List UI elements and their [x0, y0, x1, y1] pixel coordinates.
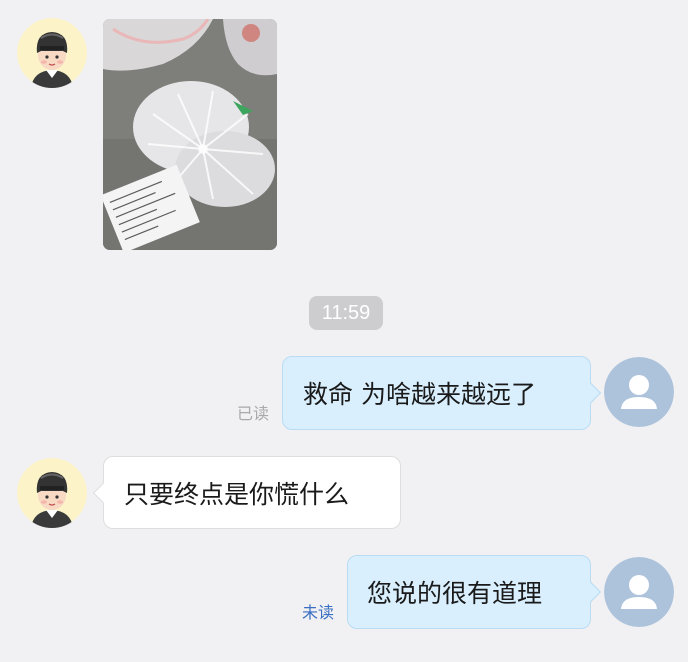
- outgoing-message-bubble[interactable]: 救命 为啥越来越远了: [282, 356, 602, 430]
- courier-avatar[interactable]: [17, 18, 87, 88]
- my-avatar[interactable]: [604, 557, 674, 627]
- courier-helmet-icon: [17, 18, 87, 88]
- outgoing-message-bubble[interactable]: 您说的很有道理: [347, 555, 602, 629]
- default-user-icon: [604, 357, 674, 427]
- courier-avatar[interactable]: [17, 458, 87, 528]
- unread-status: 未读: [302, 603, 335, 622]
- my-avatar[interactable]: [604, 357, 674, 427]
- default-user-icon: [604, 557, 674, 627]
- incoming-message-bubble[interactable]: 只要终点是你慌什么: [92, 456, 401, 529]
- bubble-tail: [92, 481, 115, 504]
- message-text: 只要终点是你慌什么: [124, 479, 350, 509]
- food-bag-photo: [103, 19, 277, 250]
- bubble-tail: [579, 581, 602, 603]
- photo-message[interactable]: [103, 19, 277, 250]
- message-text: 救命 为啥越来越远了: [303, 380, 536, 409]
- message-text: 您说的很有道理: [367, 579, 543, 608]
- bubble-tail: [579, 382, 602, 404]
- read-status: 已读: [237, 404, 270, 423]
- courier-helmet-icon: [17, 458, 87, 528]
- time-badge: 11:59: [309, 296, 383, 330]
